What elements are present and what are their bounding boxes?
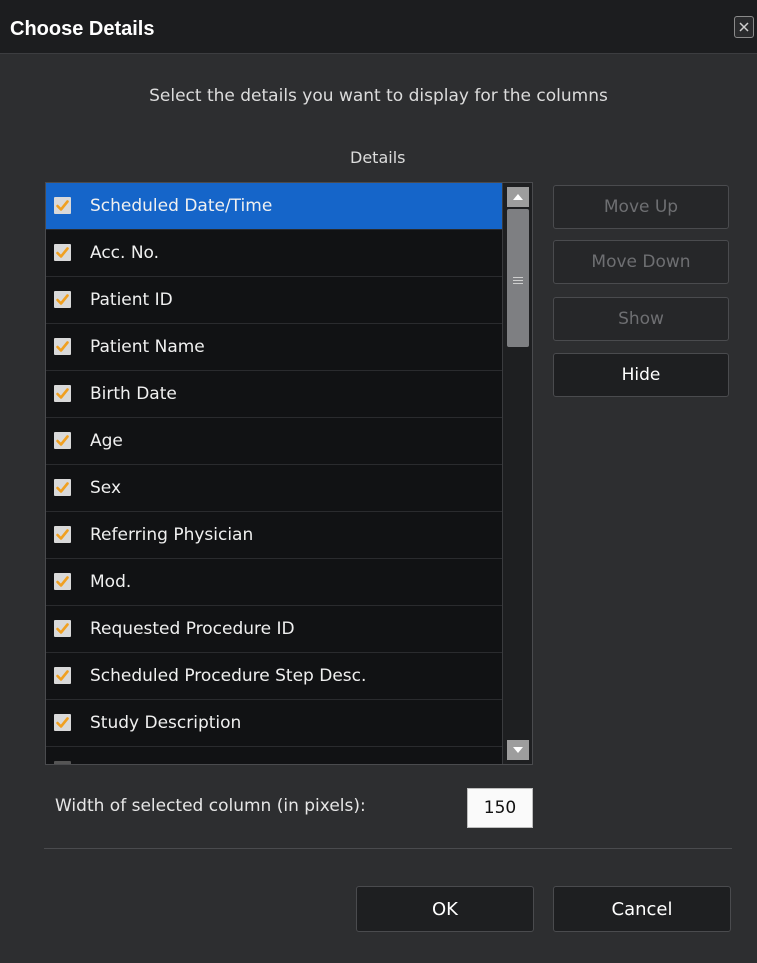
list-item-label: Mod. bbox=[90, 572, 132, 592]
list-item[interactable]: Patient ID bbox=[46, 277, 502, 324]
list-item-label: Acc. No. bbox=[90, 243, 160, 263]
hide-button[interactable]: Hide bbox=[553, 353, 729, 397]
checkbox[interactable] bbox=[54, 714, 71, 731]
list-item-label: Scheduled Procedure Step Desc. bbox=[90, 666, 367, 686]
list-item-label: Birth Date bbox=[90, 384, 177, 404]
list-item[interactable]: Mod. bbox=[46, 559, 502, 606]
list-item[interactable]: Requested Procedure ID bbox=[46, 606, 502, 653]
checkmark-icon bbox=[56, 717, 69, 728]
checkmark-icon bbox=[56, 294, 69, 305]
list-item-label: Study Description bbox=[90, 713, 242, 733]
move-up-button[interactable]: Move Up bbox=[553, 185, 729, 229]
list-item-label: Scheduled Date/Time bbox=[90, 196, 273, 216]
list-item[interactable]: Acc. No. bbox=[46, 230, 502, 277]
instruction-text: Select the details you want to display f… bbox=[149, 86, 608, 106]
details-list-rows: Scheduled Date/Time Acc. No. Patient ID Pat… bbox=[46, 183, 502, 764]
list-item-partial[interactable] bbox=[46, 747, 502, 764]
list-item-label: Sex bbox=[90, 478, 122, 498]
checkmark-icon bbox=[56, 623, 69, 634]
footer-divider bbox=[44, 848, 732, 849]
checkmark-icon bbox=[56, 670, 69, 681]
checkmark-icon bbox=[56, 576, 69, 587]
checkbox[interactable] bbox=[54, 761, 71, 764]
checkbox[interactable] bbox=[54, 526, 71, 543]
grip-icon bbox=[513, 277, 523, 286]
list-item[interactable]: Birth Date bbox=[46, 371, 502, 418]
checkmark-icon bbox=[56, 388, 69, 399]
list-item[interactable]: Age bbox=[46, 418, 502, 465]
checkmark-icon bbox=[56, 435, 69, 446]
checkbox[interactable] bbox=[54, 479, 71, 496]
checkbox[interactable] bbox=[54, 620, 71, 637]
details-header: Details bbox=[350, 148, 406, 167]
checkmark-icon bbox=[56, 200, 69, 211]
checkmark-icon bbox=[56, 341, 69, 352]
checkbox[interactable] bbox=[54, 244, 71, 261]
list-item-label: Age bbox=[90, 431, 123, 451]
list-item[interactable]: Scheduled Procedure Step Desc. bbox=[46, 653, 502, 700]
list-item-label: Patient Name bbox=[90, 337, 205, 357]
move-down-button[interactable]: Move Down bbox=[553, 240, 729, 284]
scrollbar-thumb[interactable] bbox=[507, 209, 529, 347]
list-item[interactable]: Referring Physician bbox=[46, 512, 502, 559]
cancel-button[interactable]: Cancel bbox=[553, 886, 731, 932]
list-item[interactable]: Sex bbox=[46, 465, 502, 512]
details-list[interactable]: Scheduled Date/Time Acc. No. Patient ID Pat… bbox=[45, 182, 533, 765]
checkbox[interactable] bbox=[54, 573, 71, 590]
width-label: Width of selected column (in pixels): bbox=[55, 796, 366, 816]
checkbox[interactable] bbox=[54, 338, 71, 355]
checkbox[interactable] bbox=[54, 197, 71, 214]
checkmark-icon bbox=[56, 529, 69, 540]
scroll-up-arrow-icon[interactable] bbox=[507, 187, 529, 207]
list-item-label: Requested Procedure ID bbox=[90, 619, 295, 639]
list-item-label: Patient ID bbox=[90, 290, 173, 310]
checkmark-icon bbox=[56, 247, 69, 258]
show-button[interactable]: Show bbox=[553, 297, 729, 341]
list-item-label: Referring Physician bbox=[90, 525, 254, 545]
checkbox[interactable] bbox=[54, 432, 71, 449]
scroll-down-arrow-icon[interactable] bbox=[507, 740, 529, 760]
column-width-input[interactable] bbox=[467, 788, 533, 828]
list-item[interactable]: Patient Name bbox=[46, 324, 502, 371]
checkbox[interactable] bbox=[54, 291, 71, 308]
list-item[interactable]: Scheduled Date/Time bbox=[46, 183, 502, 230]
checkmark-icon bbox=[56, 482, 69, 493]
title-bar: Choose Details bbox=[0, 0, 757, 54]
close-icon[interactable] bbox=[734, 16, 754, 38]
ok-button[interactable]: OK bbox=[356, 886, 534, 932]
checkbox[interactable] bbox=[54, 385, 71, 402]
dialog-title: Choose Details bbox=[10, 18, 155, 40]
vertical-scrollbar[interactable] bbox=[502, 183, 532, 764]
checkbox[interactable] bbox=[54, 667, 71, 684]
list-item[interactable]: Study Description bbox=[46, 700, 502, 747]
